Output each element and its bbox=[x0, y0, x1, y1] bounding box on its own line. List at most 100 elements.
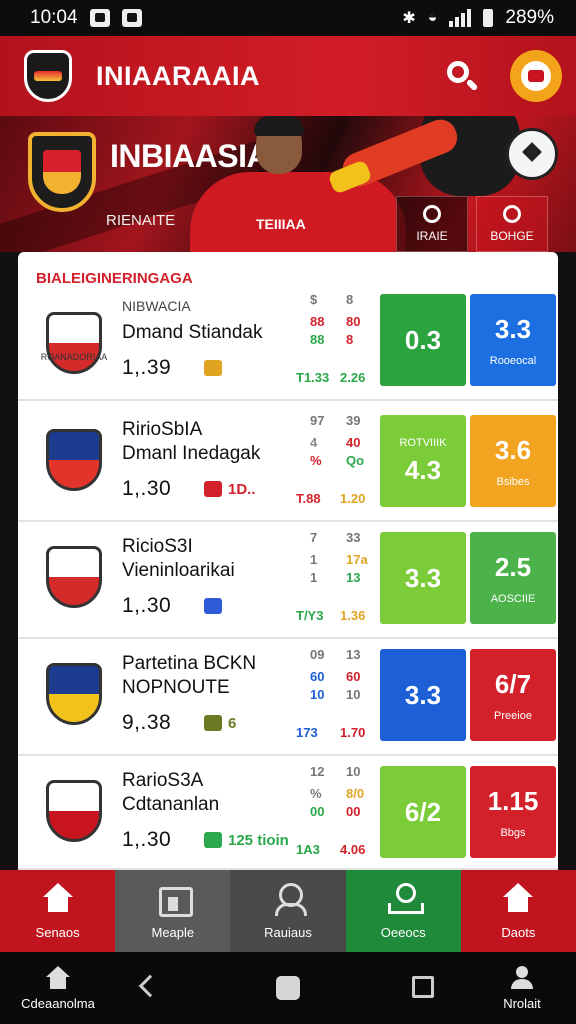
odds-button-away[interactable]: 1.15 Bbgs bbox=[470, 766, 556, 858]
stat-value: 10 bbox=[346, 764, 361, 779]
stat-value: $ bbox=[310, 292, 318, 307]
tab-players[interactable]: Rauiaus bbox=[230, 870, 346, 952]
match-row[interactable]: RirioSbIA Dmanl Inedagak 1,.30 1D.. 97 39… bbox=[18, 405, 558, 522]
team-name: RicioS3I bbox=[122, 536, 193, 557]
team-name: RarioS3A bbox=[122, 770, 204, 791]
badge-icon bbox=[204, 715, 222, 731]
stat-value: 4 bbox=[310, 435, 318, 450]
badge-icon bbox=[204, 481, 222, 497]
odds-value: 6/7 bbox=[494, 668, 532, 699]
stat-value: 1 bbox=[310, 552, 318, 567]
team-crest bbox=[46, 312, 102, 374]
team-name: Partetina BCKN bbox=[122, 653, 257, 674]
battery-icon bbox=[483, 9, 494, 27]
tab-tickets[interactable]: Oeeocs bbox=[345, 870, 461, 952]
odds-label: Rooeocal bbox=[489, 354, 537, 367]
tab-store-label: Meaple bbox=[151, 924, 195, 940]
match-row[interactable]: Partetina BCKN NOPNOUTE 9,.38 6 09 13 60 60… bbox=[18, 639, 558, 756]
bluetooth-icon: ✱ bbox=[402, 10, 416, 27]
odds-button-away[interactable]: 6/7 Preeioe bbox=[470, 649, 556, 741]
jersey-sponsor-text: TEIIIAA bbox=[256, 216, 306, 232]
stat-value: T/Y3 bbox=[296, 608, 324, 623]
extra-info: 125 tioin bbox=[228, 832, 289, 849]
stat-value: 39 bbox=[346, 413, 361, 428]
home-button[interactable] bbox=[276, 976, 300, 1000]
tab-tickets-label: Oeeocs bbox=[380, 924, 426, 940]
odds-button-home[interactable]: 6/2 bbox=[380, 766, 466, 858]
stat-value: 7 bbox=[310, 530, 318, 545]
back-button[interactable] bbox=[138, 974, 162, 998]
kickoff-time: 1,.30 bbox=[122, 477, 172, 500]
hero-banner[interactable]: INBIAASIA RIENAITE TEIIIAA IRAIE BOHGE bbox=[0, 116, 576, 252]
team-crest bbox=[46, 663, 102, 725]
hero-button-settings-label: BOHGE bbox=[490, 229, 534, 243]
odds-top-label: ROTVIIIK bbox=[399, 436, 447, 449]
match-subtitle: Vieninloarikai bbox=[122, 560, 235, 581]
battery-level: 289% bbox=[505, 7, 554, 28]
odds-button-away[interactable]: 2.5 AOSCIIE bbox=[470, 532, 556, 624]
stat-value: % bbox=[310, 453, 322, 468]
odds-value: 3.6 bbox=[494, 434, 532, 465]
hero-button-settings[interactable]: BOHGE bbox=[476, 196, 548, 252]
stat-value: 1.20 bbox=[340, 491, 366, 506]
stat-value: 80 bbox=[346, 314, 361, 329]
tab-data-label: Daots bbox=[501, 924, 536, 940]
tab-data[interactable]: Daots bbox=[460, 870, 576, 952]
match-row[interactable]: RarioS3A Cdtananlan 1,.30 125 tioin 12 10… bbox=[18, 756, 558, 870]
nav-right-label: Nrolait bbox=[503, 995, 541, 1011]
hero-subtitle: RIENAITE bbox=[106, 212, 176, 229]
match-stats: 09 13 60 60 10 10 173 1.70 bbox=[296, 639, 376, 756]
stat-value: 17a bbox=[346, 552, 368, 567]
notification-icon bbox=[89, 9, 110, 27]
section-title: BIALEIGINERINGAGA bbox=[36, 270, 193, 287]
odds-button-home[interactable]: 0.3 bbox=[380, 294, 466, 386]
odds-value: 2.5 bbox=[494, 551, 532, 582]
odds-button-home[interactable]: ROTVIIIK 4.3 bbox=[380, 415, 466, 507]
stat-value: 13 bbox=[346, 570, 361, 585]
wifi-icon: ◒ bbox=[427, 9, 438, 26]
stat-value: 10 bbox=[310, 687, 325, 702]
club-logo[interactable] bbox=[24, 50, 72, 102]
match-subtitle: Cdtananlan bbox=[122, 794, 220, 815]
odds-button-away[interactable]: 3.3 Rooeocal bbox=[470, 294, 556, 386]
odds-button-away[interactable]: 3.6 Bsibes bbox=[470, 415, 556, 507]
match-stats: 97 39 4 40% Qo T.88 1.20 bbox=[296, 405, 376, 522]
stat-value: 88 bbox=[310, 332, 325, 347]
match-row[interactable]: RicioS3I Vieninloarikai 1,.30 7 33 1 17a 1 13… bbox=[18, 522, 558, 639]
tab-home[interactable]: Senaos bbox=[0, 870, 116, 952]
home-icon bbox=[44, 965, 72, 990]
match-stats: 12 10% 8/0 00 00 1A3 4.06 bbox=[296, 756, 376, 870]
recent-apps-button[interactable] bbox=[412, 976, 434, 998]
stat-value: % bbox=[310, 786, 322, 801]
tab-players-label: Rauiaus bbox=[264, 924, 312, 940]
location-pin-icon bbox=[423, 205, 441, 223]
tab-store[interactable]: Meaple bbox=[115, 870, 231, 952]
team-crest bbox=[46, 780, 102, 842]
match-subtitle: NOPNOUTE bbox=[122, 677, 230, 698]
search-button[interactable] bbox=[444, 58, 480, 94]
app-title: INIAARAAIA bbox=[96, 60, 260, 91]
match-row[interactable]: ROANADORIAA NIBWACIA Dmand Stiandak 1,.3… bbox=[18, 288, 558, 401]
gear-icon bbox=[503, 205, 521, 223]
odds-value: 1.15 bbox=[487, 785, 539, 816]
house-icon bbox=[41, 882, 75, 913]
nav-profile-shortcut[interactable]: Nrolait bbox=[490, 952, 554, 1024]
app-header: INIAARAAIA bbox=[0, 36, 576, 116]
hero-button-location[interactable]: IRAIE bbox=[396, 196, 468, 252]
kickoff-time: 9,.38 bbox=[122, 711, 172, 734]
odds-value: 4.3 bbox=[404, 454, 442, 485]
nav-left-label: Cdeaanolma bbox=[21, 995, 95, 1011]
odds-label: Preeioe bbox=[494, 709, 532, 722]
profile-button[interactable] bbox=[510, 50, 562, 102]
ticket-icon bbox=[386, 882, 425, 914]
odds-label: Bsibes bbox=[496, 475, 530, 488]
badge-icon bbox=[204, 360, 222, 376]
nav-home-shortcut[interactable]: Cdeaanolma bbox=[18, 952, 98, 1024]
odds-button-home[interactable]: 3.3 bbox=[380, 532, 466, 624]
hero-club-crest bbox=[28, 132, 96, 212]
stat-value: 13 bbox=[346, 647, 361, 662]
stat-value: 10 bbox=[346, 687, 361, 702]
odds-button-home[interactable]: 3.3 bbox=[380, 649, 466, 741]
kickoff-time: 1,.39 bbox=[122, 356, 172, 379]
stat-value: 1.36 bbox=[340, 608, 366, 623]
